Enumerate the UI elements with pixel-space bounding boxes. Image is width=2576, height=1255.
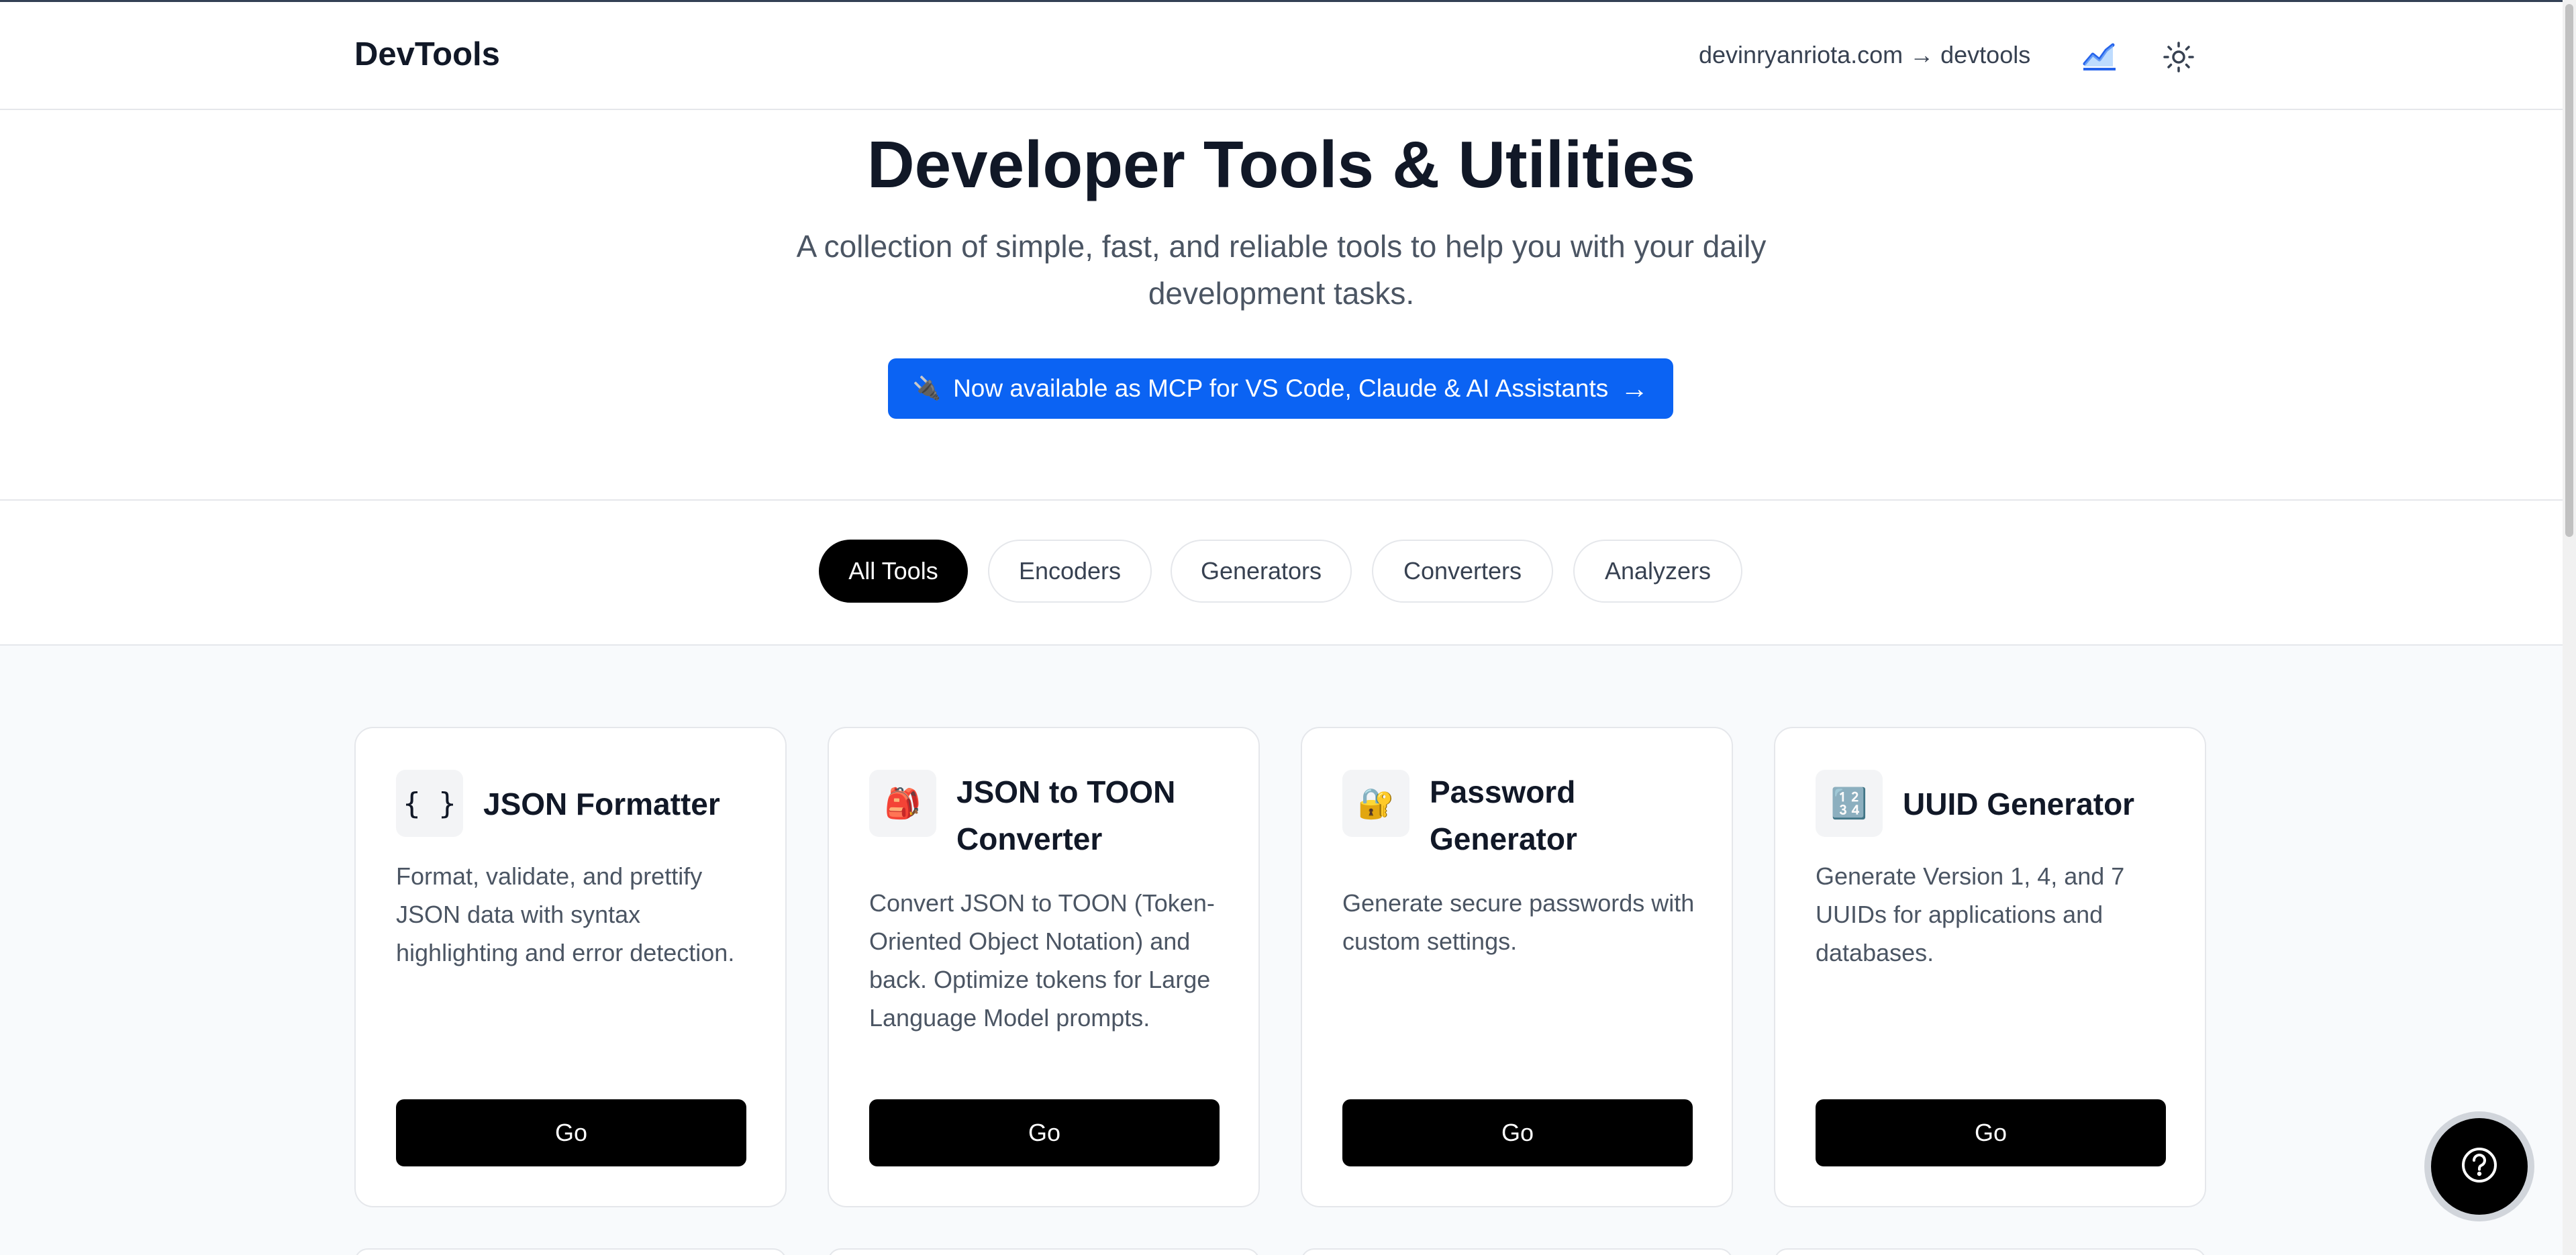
page-title: Developer Tools & Utilities: [866, 128, 1696, 201]
tool-description: Generate Version 1, 4, and 7 UUIDs for a…: [1816, 862, 2125, 966]
tool-title: UUID Generator: [1903, 787, 2135, 821]
tool-card: [1774, 1248, 2206, 1255]
go-button-password-generator[interactable]: Go: [1342, 1099, 1693, 1166]
go-button-json-formatter[interactable]: Go: [396, 1099, 746, 1166]
filter-encoders[interactable]: Encoders: [988, 540, 1152, 603]
filter-analyzers[interactable]: Analyzers: [1573, 540, 1742, 603]
arrow-right-icon: →: [1620, 372, 1649, 404]
tool-description: Convert JSON to TOON (Token-Oriented Obj…: [869, 889, 1215, 1032]
help-button[interactable]: [2431, 1118, 2528, 1215]
tool-title: JSON Formatter: [483, 787, 720, 821]
tool-description: Generate secure passwords with custom se…: [1342, 889, 1695, 955]
scrollbar-thumb[interactable]: [2565, 4, 2573, 537]
brand-logo[interactable]: DevTools: [354, 36, 500, 73]
filter-generators[interactable]: Generators: [1171, 540, 1352, 603]
go-button-uuid-generator[interactable]: Go: [1816, 1099, 2166, 1166]
page-subtitle: A collection of simple, fast, and reliab…: [796, 229, 1767, 311]
tool-card: [354, 1248, 787, 1255]
filter-converters[interactable]: Converters: [1372, 540, 1553, 603]
lock-key-icon: 🔐: [1342, 770, 1409, 837]
line-chart-icon[interactable]: [2082, 41, 2117, 72]
backpack-icon: 🎒: [869, 770, 936, 837]
go-button-json-to-toon[interactable]: Go: [869, 1099, 1220, 1166]
tool-card-json-formatter: { } JSON Formatter Format, validate, and…: [354, 727, 787, 1207]
tool-card-password-generator: 🔐 Password Generator Generate secure pas…: [1301, 727, 1733, 1207]
braces-icon: { }: [396, 770, 463, 837]
tool-card: [828, 1248, 1260, 1255]
mcp-button-label: Now available as MCP for VS Code, Claude…: [953, 374, 1609, 402]
help-circle-icon: [2459, 1145, 2499, 1189]
home-link[interactable]: devinryanriota.com → devtools: [1699, 41, 2030, 69]
tool-title: Password Generator: [1430, 774, 1577, 856]
tool-title: JSON to TOON Converter: [956, 774, 1176, 856]
category-filter-bar: All Tools Encoders Generators Converters…: [0, 501, 2563, 646]
top-nav: DevTools devinryanriota.com → devtools: [0, 0, 2563, 110]
tool-card-uuid-generator: 🔢 UUID Generator Generate Version 1, 4, …: [1774, 727, 2206, 1207]
numbers-icon: 🔢: [1816, 770, 1883, 837]
plug-icon: 🔌: [912, 376, 942, 401]
sun-icon[interactable]: [2163, 41, 2195, 73]
hero-section: Developer Tools & Utilities A collection…: [0, 110, 2563, 501]
filter-all-tools[interactable]: All Tools: [819, 540, 968, 603]
tool-card-json-to-toon: 🎒 JSON to TOON Converter Convert JSON to…: [828, 727, 1260, 1207]
mcp-announcement-button[interactable]: 🔌 Now available as MCP for VS Code, Clau…: [888, 358, 1673, 419]
tool-card: [1301, 1248, 1733, 1255]
tool-description: Format, validate, and prettify JSON data…: [396, 862, 735, 966]
